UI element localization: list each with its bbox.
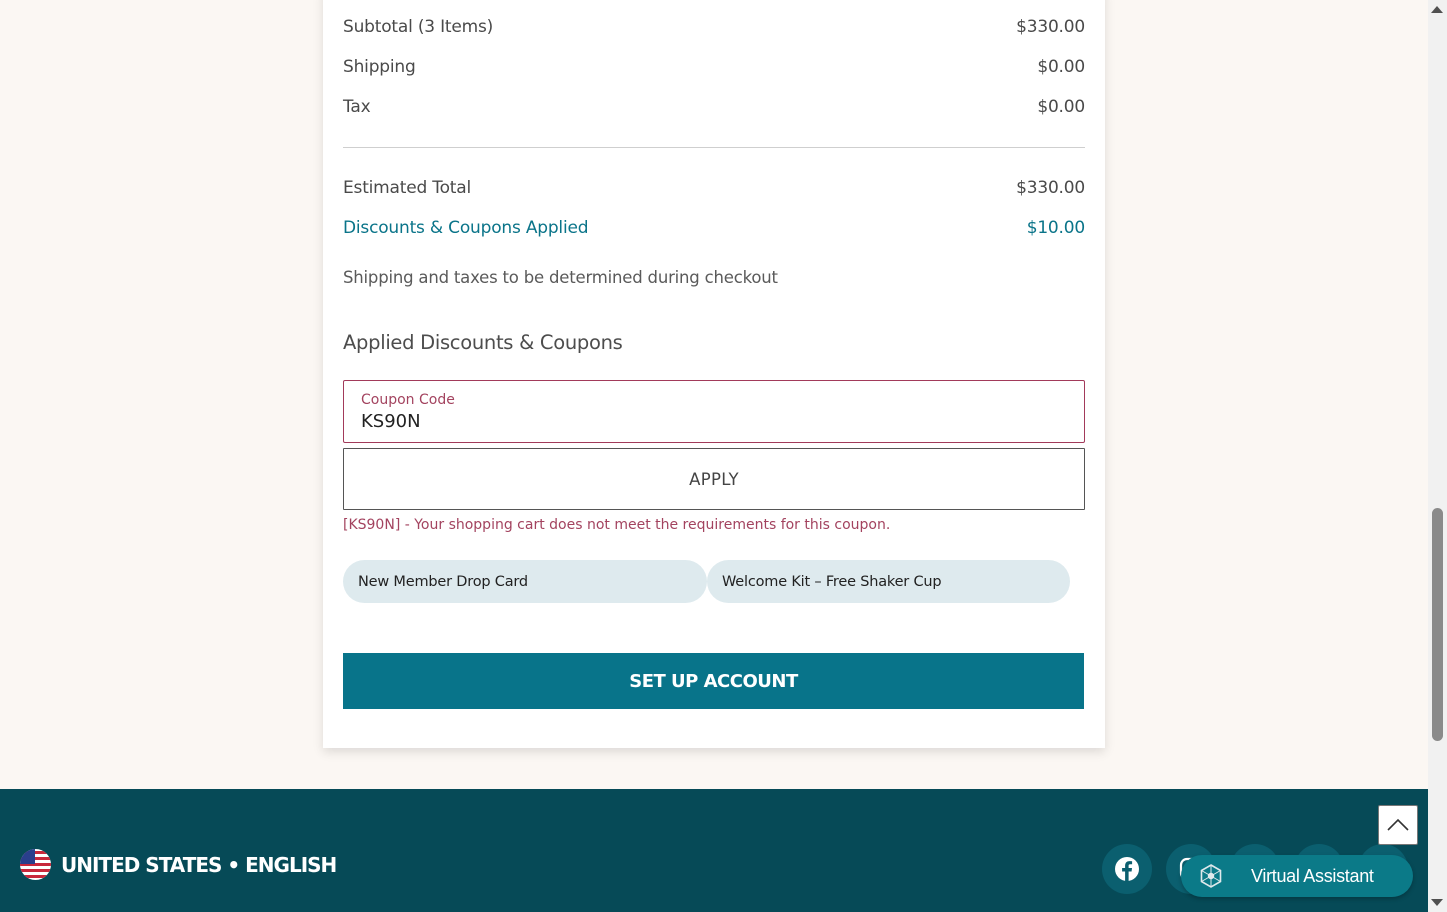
page: Subtotal (3 Items) $330.00 Shipping $0.0… (0, 0, 1428, 912)
facebook-link[interactable] (1102, 844, 1152, 894)
chevron-up-icon (1387, 818, 1409, 831)
estimated-total-label: Estimated Total (343, 178, 471, 198)
tax-label: Tax (343, 97, 371, 117)
coupon-code-field[interactable]: Coupon Code (343, 380, 1085, 443)
facebook-icon (1115, 857, 1139, 881)
discounts-value: $10.00 (1026, 218, 1085, 238)
estimated-total-value: $330.00 (1016, 178, 1085, 198)
subtotal-row: Subtotal (3 Items) $330.00 (343, 17, 1085, 37)
tax-row: Tax $0.00 (343, 97, 1085, 117)
us-flag-icon (20, 849, 51, 880)
discounts-label[interactable]: Discounts & Coupons Applied (343, 218, 589, 238)
estimated-total-row: Estimated Total $330.00 (343, 178, 1085, 198)
scroll-up-arrow-icon[interactable] (1431, 6, 1443, 13)
shipping-value: $0.00 (1037, 57, 1085, 77)
scroll-thumb[interactable] (1432, 508, 1443, 741)
coupon-code-label: Coupon Code (361, 392, 455, 408)
shipping-label: Shipping (343, 57, 416, 77)
vertical-scrollbar[interactable] (1428, 0, 1447, 912)
shipping-row: Shipping $0.00 (343, 57, 1085, 77)
tax-value: $0.00 (1037, 97, 1085, 117)
checkout-note: Shipping and taxes to be determined duri… (343, 268, 778, 287)
subtotal-value: $330.00 (1016, 17, 1085, 37)
coupon-code-input[interactable] (361, 411, 1061, 432)
applied-coupons-title: Applied Discounts & Coupons (343, 331, 623, 354)
virtual-assistant-label: Virtual Assistant (1251, 865, 1374, 886)
discounts-row: Discounts & Coupons Applied $10.00 (343, 218, 1085, 238)
coupon-chip-new-member[interactable]: New Member Drop Card (343, 560, 707, 603)
scroll-down-arrow-icon[interactable] (1431, 899, 1443, 906)
coupon-chip-welcome-kit[interactable]: Welcome Kit – Free Shaker Cup (707, 560, 1070, 603)
coupon-error-message: [KS90N] - Your shopping cart does not me… (343, 517, 891, 533)
apply-button[interactable]: APPLY (343, 448, 1085, 510)
order-summary-card: Subtotal (3 Items) $330.00 Shipping $0.0… (323, 0, 1105, 748)
virtual-assistant-button[interactable]: Virtual Assistant (1181, 855, 1413, 897)
set-up-account-button[interactable]: SET UP ACCOUNT (343, 653, 1084, 709)
summary-divider (343, 147, 1085, 148)
back-to-top-button[interactable] (1378, 805, 1418, 845)
assistant-icon (1200, 864, 1222, 888)
locale-selector[interactable]: UNITED STATES • ENGLISH (20, 849, 337, 880)
locale-label: UNITED STATES • ENGLISH (61, 852, 337, 877)
subtotal-label: Subtotal (3 Items) (343, 17, 494, 37)
